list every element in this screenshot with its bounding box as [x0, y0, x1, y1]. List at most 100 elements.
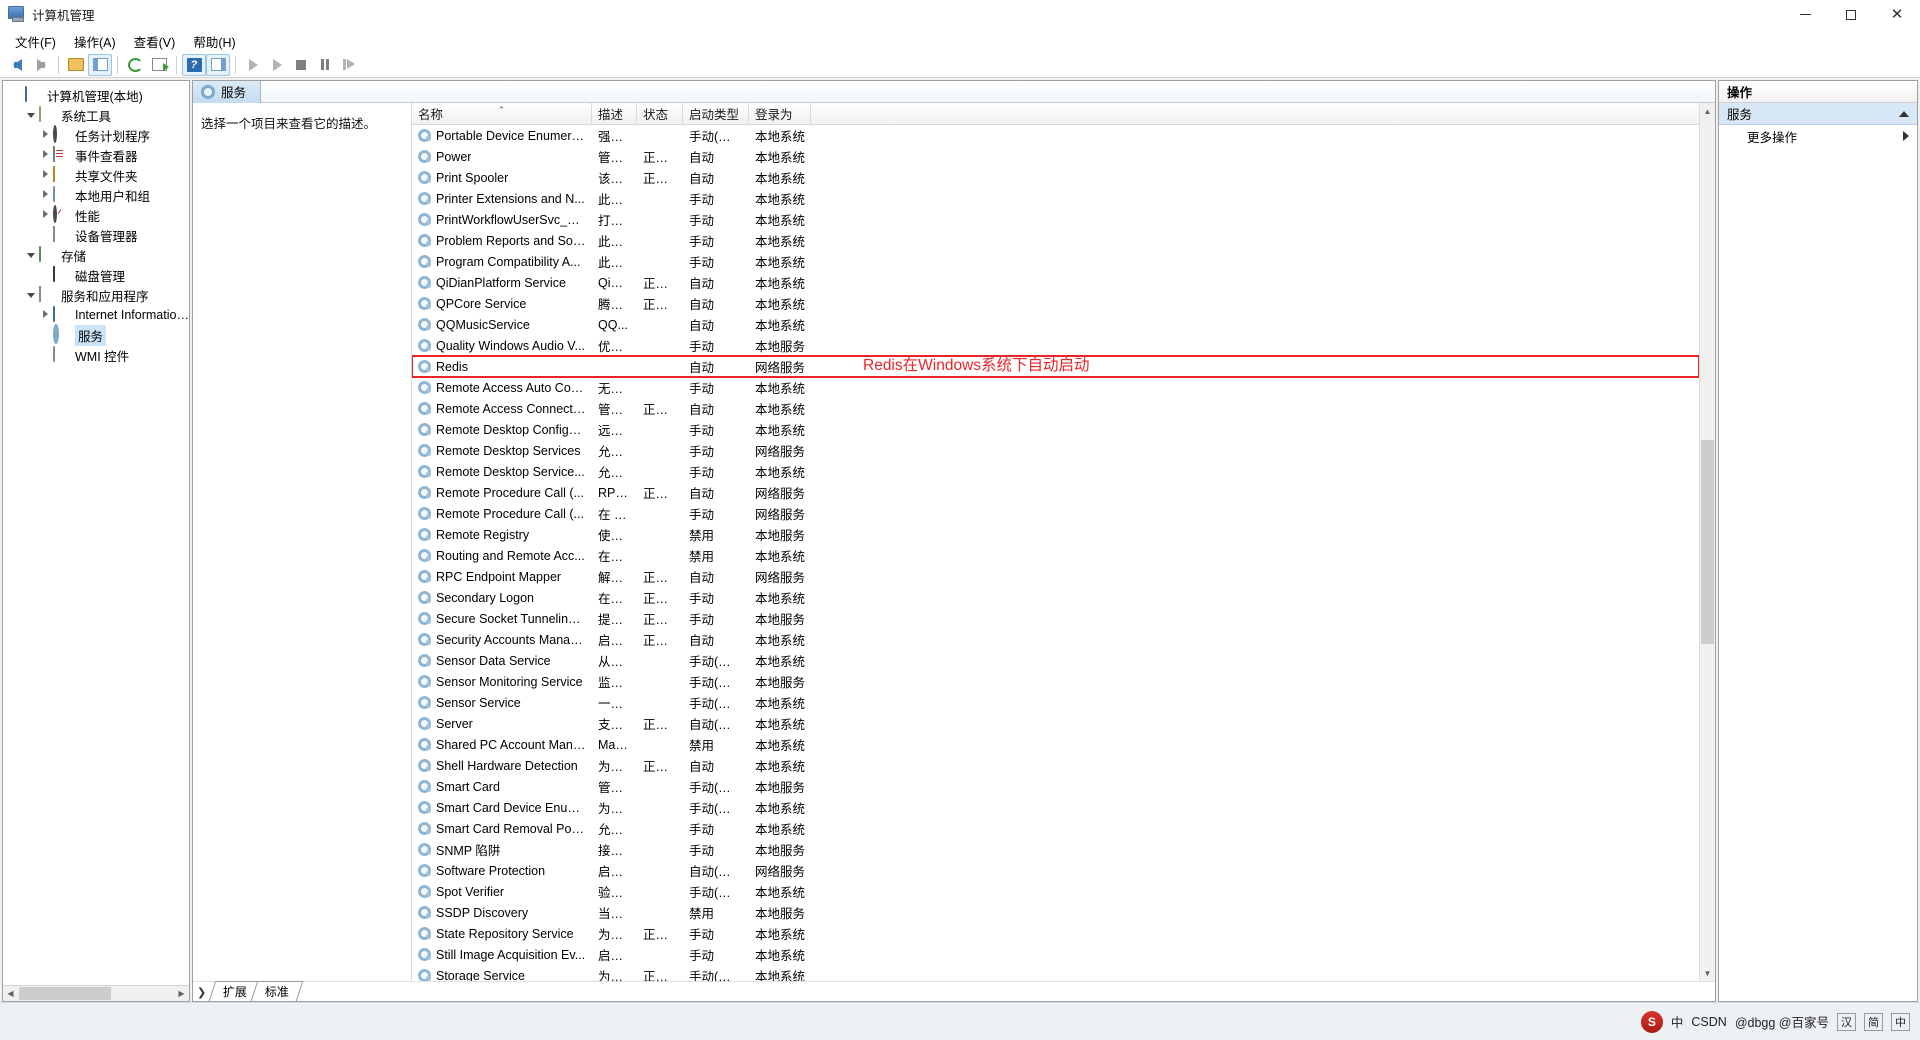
- column-log-on-as[interactable]: 登录为: [749, 103, 811, 124]
- scroll-up-arrow-icon[interactable]: ▲: [1700, 103, 1715, 119]
- forward-button[interactable]: [29, 54, 53, 76]
- services-list-header[interactable]: 名称 ⌃ 描述 状态 启动类型 登录为: [412, 103, 1699, 125]
- service-row[interactable]: Sensor Service 一项... 手动(触发... 本地系统: [412, 692, 1699, 713]
- service-row[interactable]: Remote Desktop Configu... 远程... 手动 本地系统: [412, 419, 1699, 440]
- tree-device-manager[interactable]: 设备管理器: [3, 225, 189, 245]
- service-row[interactable]: QQMusicService QQ... 自动 本地系统: [412, 314, 1699, 335]
- tab-standard[interactable]: 标准: [250, 981, 304, 1001]
- show-hide-action-pane-button[interactable]: [206, 53, 230, 76]
- tree-hscroll-track[interactable]: [18, 986, 174, 1001]
- restart-service-button[interactable]: [337, 54, 361, 76]
- back-button[interactable]: [5, 54, 29, 76]
- service-row[interactable]: Printer Extensions and N... 此服... 手动 本地系统: [412, 188, 1699, 209]
- menu-action[interactable]: 操作(A): [65, 30, 125, 53]
- tree-system-tools[interactable]: 系统工具: [3, 105, 189, 125]
- tree-task-scheduler[interactable]: 任务计划程序: [3, 125, 189, 145]
- services-view-tabs[interactable]: ❯ 扩展 标准: [193, 981, 1715, 1001]
- chevron-down-icon[interactable]: [23, 290, 39, 300]
- service-row[interactable]: State Repository Service 为应... 正在... 手动 本地系统: [412, 923, 1699, 944]
- service-row[interactable]: Software Protection 启用 ... 自动(延迟... 网络服务: [412, 860, 1699, 881]
- scroll-right-arrow-icon[interactable]: ▶: [174, 986, 189, 1001]
- services-list-rows[interactable]: Portable Device Enumera... 强制... 手动(触发... 本…: [412, 125, 1699, 981]
- service-row[interactable]: Remote Access Auto Con... 无论... 手动 本地系统: [412, 377, 1699, 398]
- show-hide-console-tree-button[interactable]: [88, 53, 112, 76]
- tree-wmi-control[interactable]: WMI 控件: [3, 345, 189, 365]
- service-row[interactable]: Remote Access Connecti... 管理... 正在... 自动 本地系…: [412, 398, 1699, 419]
- tree-event-viewer[interactable]: 事件查看器: [3, 145, 189, 165]
- service-row[interactable]: Secondary Logon 在不... 正在... 手动 本地系统: [412, 587, 1699, 608]
- resume-service-button[interactable]: [265, 54, 289, 76]
- service-row[interactable]: Remote Desktop Service... 允许... 手动 本地系统: [412, 461, 1699, 482]
- stop-service-button[interactable]: [289, 54, 313, 76]
- service-row[interactable]: Security Accounts Manag... 启动... 正在... 自动 本地…: [412, 629, 1699, 650]
- chevron-right-icon[interactable]: [37, 170, 53, 180]
- tree-internet-information-services[interactable]: Internet Information S: [3, 305, 189, 325]
- chevron-right-icon[interactable]: [37, 210, 53, 220]
- tree-performance[interactable]: 性能: [3, 205, 189, 225]
- scroll-down-arrow-icon[interactable]: ▼: [1700, 965, 1715, 981]
- ime-simplified-toggle[interactable]: 简: [1864, 1012, 1883, 1031]
- column-name[interactable]: 名称 ⌃: [412, 103, 592, 124]
- sogou-ime-icon[interactable]: S: [1640, 1010, 1663, 1033]
- service-row[interactable]: Remote Procedure Call (... 在 W... 手动 网络服务: [412, 503, 1699, 524]
- service-row[interactable]: Shared PC Account Mana... Man... 禁用 本地系统: [412, 734, 1699, 755]
- close-button[interactable]: ✕: [1874, 0, 1920, 30]
- tree-storage[interactable]: 存储: [3, 245, 189, 265]
- service-row[interactable]: Print Spooler 该服... 正在... 自动 本地系统: [412, 167, 1699, 188]
- tree-services[interactable]: 服务: [3, 324, 189, 346]
- column-description[interactable]: 描述: [592, 103, 637, 124]
- tree-computer-management-local[interactable]: 计算机管理(本地): [3, 85, 189, 105]
- chevron-right-icon[interactable]: [37, 190, 53, 200]
- service-row[interactable]: QPCore Service 腾讯... 正在... 自动 本地系统: [412, 293, 1699, 314]
- help-button[interactable]: ?: [182, 53, 206, 76]
- service-row[interactable]: Smart Card 管理... 手动(触发... 本地服务: [412, 776, 1699, 797]
- service-row[interactable]: Secure Socket Tunneling ... 提供... 正在... 手动 本…: [412, 608, 1699, 629]
- service-row[interactable]: Smart Card Removal Poli... 允许... 手动 本地系统: [412, 818, 1699, 839]
- chevron-right-icon[interactable]: [37, 310, 53, 320]
- service-row[interactable]: Server 支持... 正在... 自动(触发... 本地系统: [412, 713, 1699, 734]
- service-row[interactable]: Remote Procedure Call (... RPC... 正在... 自动 网…: [412, 482, 1699, 503]
- scroll-left-arrow-icon[interactable]: ◀: [3, 986, 18, 1001]
- service-row[interactable]: SNMP 陷阱 接收... 手动 本地服务: [412, 839, 1699, 860]
- tree-horizontal-scrollbar[interactable]: ◀ ▶: [3, 985, 189, 1001]
- service-row[interactable]: Sensor Data Service 从各... 手动(触发... 本地系统: [412, 650, 1699, 671]
- services-vscroll-track[interactable]: [1700, 119, 1715, 965]
- services-vertical-scrollbar[interactable]: ▲ ▼: [1699, 103, 1715, 981]
- service-row[interactable]: Portable Device Enumera... 强制... 手动(触发... 本…: [412, 125, 1699, 146]
- service-row[interactable]: Routing and Remote Acc... 在局... 禁用 本地系统: [412, 545, 1699, 566]
- column-status[interactable]: 状态: [637, 103, 683, 124]
- service-row[interactable]: Shell Hardware Detection 为自... 正在... 自动 本地系统: [412, 755, 1699, 776]
- actions-group-services[interactable]: 服务: [1719, 103, 1917, 125]
- service-row[interactable]: Storage Service 为存... 正在... 手动(触发... 本地系统: [412, 965, 1699, 981]
- refresh-button[interactable]: [123, 54, 147, 76]
- chevron-down-icon[interactable]: [23, 250, 39, 260]
- service-row[interactable]: Still Image Acquisition Ev... 启动... 手动 本地系统: [412, 944, 1699, 965]
- chevron-right-icon[interactable]: [37, 130, 53, 140]
- action-more-actions[interactable]: 更多操作: [1719, 125, 1917, 147]
- service-row[interactable]: Spot Verifier 验证... 手动(触发... 本地系统: [412, 881, 1699, 902]
- menu-file[interactable]: 文件(F): [6, 30, 65, 53]
- service-row[interactable]: Remote Desktop Services 允许... 手动 网络服务: [412, 440, 1699, 461]
- column-startup-type[interactable]: 启动类型: [683, 103, 749, 124]
- ime-mode-indicator[interactable]: 中: [1671, 1012, 1684, 1031]
- service-row[interactable]: Power 管理... 正在... 自动 本地系统: [412, 146, 1699, 167]
- service-row[interactable]: Program Compatibility A... 此服... 手动 本地系统: [412, 251, 1699, 272]
- chevron-right-icon[interactable]: [37, 150, 53, 160]
- pause-service-button[interactable]: [313, 54, 337, 76]
- submenu-chevron-right-icon[interactable]: [1903, 131, 1909, 141]
- tree-hscroll-thumb[interactable]: [19, 987, 111, 1000]
- start-service-button[interactable]: [241, 54, 265, 76]
- tree-disk-management[interactable]: 磁盘管理: [3, 265, 189, 285]
- menu-help[interactable]: 帮助(H): [184, 30, 244, 53]
- ime-fullwidth-toggle[interactable]: 中: [1891, 1012, 1910, 1031]
- export-list-button[interactable]: [147, 54, 171, 76]
- up-one-level-button[interactable]: [64, 54, 88, 76]
- service-row[interactable]: SSDP Discovery 当发... 禁用 本地服务: [412, 902, 1699, 923]
- tree-local-users-and-groups[interactable]: 本地用户和组: [3, 185, 189, 205]
- services-vscroll-thumb[interactable]: [1701, 440, 1714, 644]
- service-row[interactable]: QiDianPlatform Service QiDi... 正在... 自动 本地系统: [412, 272, 1699, 293]
- tree-shared-folders[interactable]: 共享文件夹: [3, 165, 189, 185]
- minimize-button[interactable]: [1782, 0, 1828, 30]
- maximize-button[interactable]: [1828, 0, 1874, 30]
- service-row[interactable]: RPC Endpoint Mapper 解析 ... 正在... 自动 网络服务: [412, 566, 1699, 587]
